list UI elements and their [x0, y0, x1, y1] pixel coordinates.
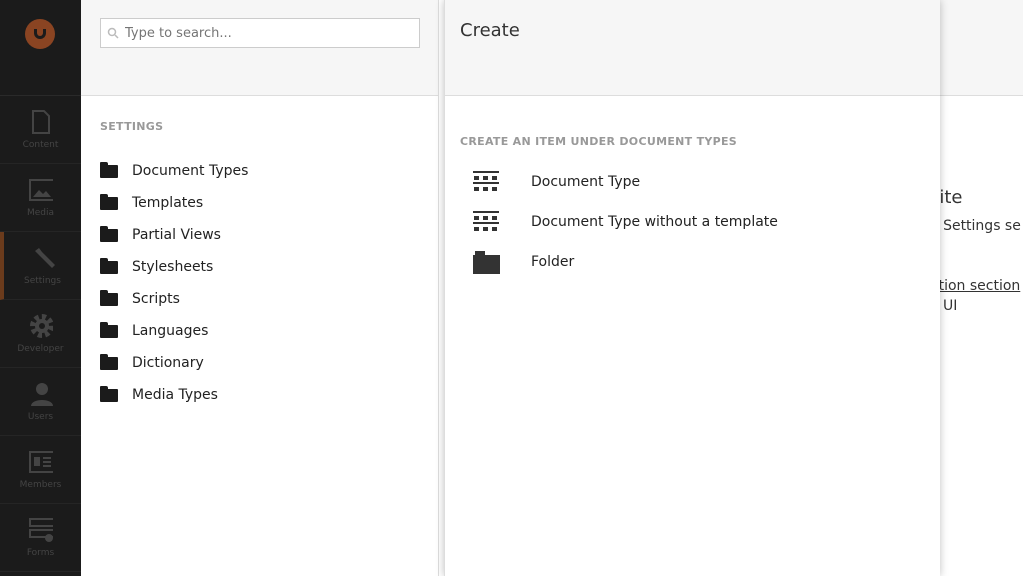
settings-tree: SETTINGS Document Types Templates Partia… [81, 0, 439, 576]
search-input[interactable] [125, 25, 405, 41]
folder-icon [100, 193, 118, 210]
tree-item-media-types[interactable]: Media Types [100, 385, 218, 403]
nav-item-users[interactable]: Users [0, 368, 81, 436]
documentation-link[interactable]: ation section [930, 278, 1020, 294]
tree-item-dictionary[interactable]: Dictionary [100, 353, 204, 371]
folder-icon [100, 353, 118, 370]
nav-label: Forms [26, 547, 55, 558]
user-icon [29, 382, 53, 406]
tree-header [81, 0, 438, 96]
doctype-icon [472, 210, 500, 234]
tree-item-label: Media Types [132, 387, 218, 403]
tree-item-label: Scripts [132, 291, 180, 307]
tree-item-document-types[interactable]: Document Types [100, 161, 249, 179]
tree-item-languages[interactable]: Languages [100, 321, 209, 339]
create-dialog: Create CREATE AN ITEM UNDER DOCUMENT TYP… [444, 0, 940, 576]
folder-icon [100, 289, 118, 306]
nav-label: Media [26, 207, 55, 218]
folder-icon [100, 385, 118, 402]
id-card-icon [28, 450, 53, 474]
tree-item-scripts[interactable]: Scripts [100, 289, 180, 307]
doctype-icon [472, 170, 500, 194]
nav-label: Members [19, 479, 62, 490]
nav-item-developer[interactable]: Developer [0, 300, 81, 368]
search-icon [107, 27, 119, 39]
wrench-icon [31, 246, 55, 270]
tree-item-label: Templates [132, 195, 204, 211]
nav-item-settings[interactable]: Settings [0, 232, 81, 300]
create-folder[interactable]: Folder [472, 250, 574, 274]
gear-icon [29, 313, 53, 338]
create-title: Create [445, 0, 940, 96]
tree-item-partial-views[interactable]: Partial Views [100, 225, 221, 243]
tree-item-stylesheets[interactable]: Stylesheets [100, 257, 214, 275]
tree-item-label: Languages [132, 323, 209, 339]
create-item-label: Document Type without a template [531, 214, 778, 230]
create-item-label: Folder [531, 254, 575, 270]
tree-item-label: Document Types [132, 163, 249, 179]
create-document-type[interactable]: Document Type [472, 170, 640, 194]
nav-item-members[interactable]: Members [0, 436, 81, 504]
tree-item-templates[interactable]: Templates [100, 193, 204, 211]
create-document-type-without-template[interactable]: Document Type without a template [472, 210, 778, 234]
umbraco-logo[interactable] [25, 19, 55, 49]
folder-icon [100, 257, 118, 274]
nav-label: Content [22, 139, 59, 150]
section-nav: Content Media Settings Developer Users M… [0, 0, 81, 576]
main-content: site e Settings se ation section o UI t [930, 0, 1023, 576]
nav-item-content[interactable]: Content [0, 96, 81, 164]
nav-item-forms[interactable]: Forms [0, 504, 81, 572]
folder-icon [100, 161, 118, 178]
tree-item-label: Dictionary [132, 355, 204, 371]
tree-item-label: Partial Views [132, 227, 221, 243]
document-icon [29, 109, 53, 134]
folder-icon [100, 225, 118, 242]
section-title: SETTINGS [100, 120, 164, 133]
search-box[interactable] [100, 18, 420, 48]
folder-icon [472, 250, 500, 274]
nav-label: Settings [24, 275, 61, 286]
create-subtitle: CREATE AN ITEM UNDER DOCUMENT TYPES [460, 135, 738, 148]
welcome-text: e Settings se [930, 218, 1021, 234]
folder-icon [100, 321, 118, 338]
nav-item-media[interactable]: Media [0, 164, 81, 232]
nav-label: Developer [17, 343, 64, 354]
create-item-label: Document Type [531, 174, 641, 190]
form-icon [28, 517, 53, 542]
image-icon [28, 178, 53, 202]
nav-label: Users [27, 411, 54, 422]
main-header [940, 0, 1023, 96]
tree-item-label: Stylesheets [132, 259, 214, 275]
